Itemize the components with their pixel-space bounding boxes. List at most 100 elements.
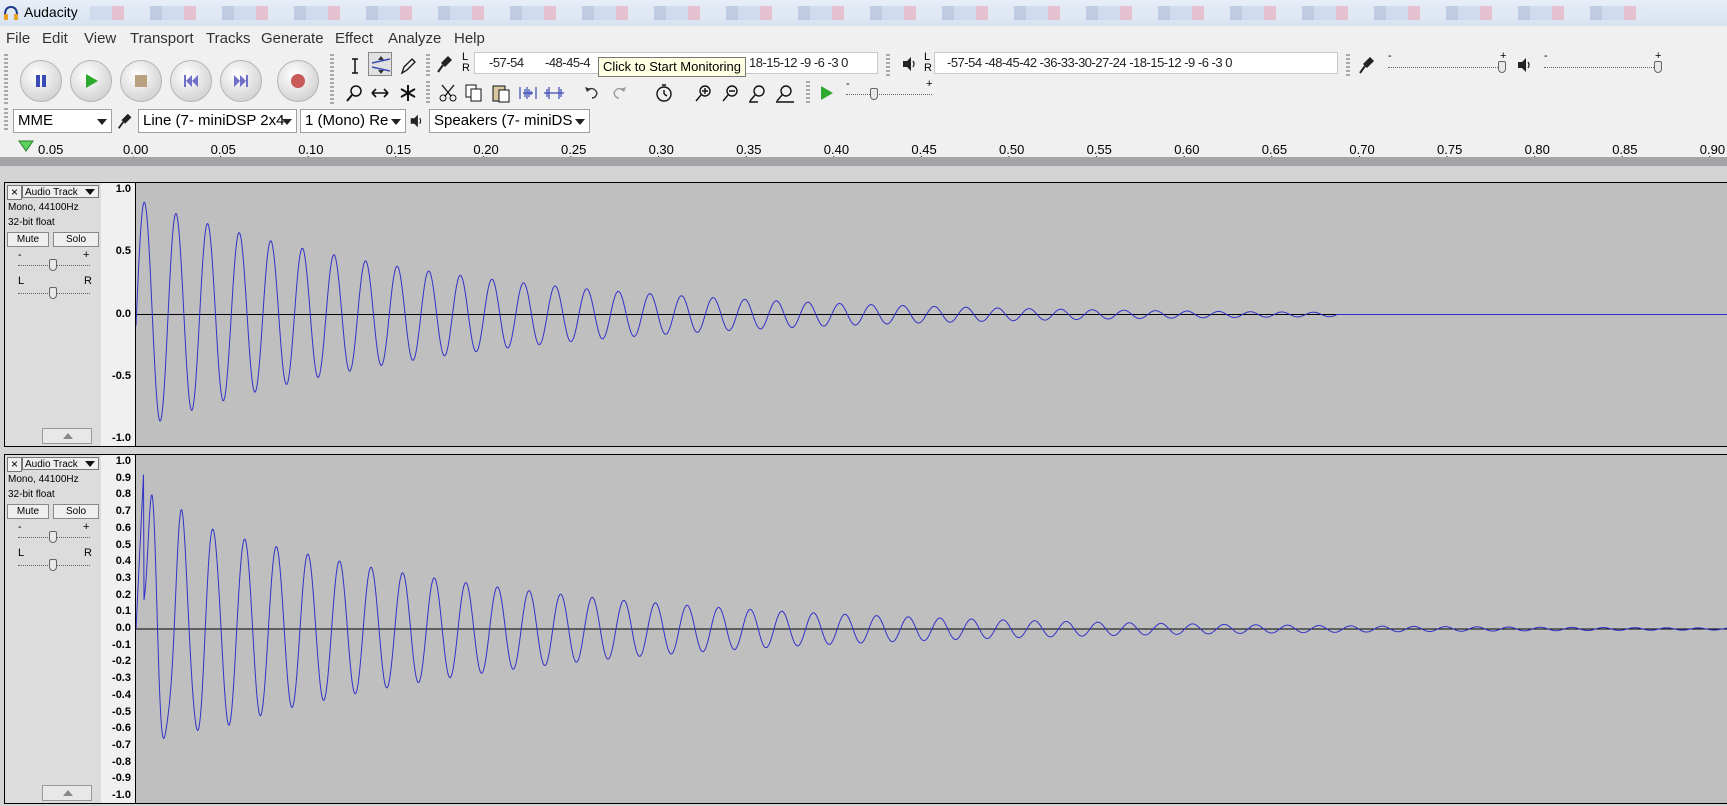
menu-tracks[interactable]: Tracks (206, 30, 250, 47)
menu-help[interactable]: Help (454, 30, 485, 47)
gain-slider-thumb[interactable] (49, 531, 57, 543)
vertical-ruler-label: -0.8 (112, 755, 131, 768)
undo-button[interactable] (580, 81, 604, 105)
trim-audio-button[interactable] (516, 81, 540, 105)
close-track-button[interactable]: × (7, 185, 22, 200)
track-menu-button[interactable]: Audio Track (22, 457, 99, 470)
sync-lock-button[interactable] (652, 81, 676, 105)
toolbar-grip[interactable] (806, 81, 810, 103)
microphone-icon[interactable] (436, 53, 456, 75)
ruler-label: 0.55 (1086, 142, 1112, 157)
toolbar-grip[interactable] (886, 54, 890, 76)
toolbar-grip[interactable] (330, 54, 334, 106)
time-shift-tool-button[interactable] (368, 81, 392, 105)
fit-project-button[interactable] (773, 81, 797, 105)
track-menu-button[interactable]: Audio Track (22, 185, 99, 198)
close-track-button[interactable]: × (7, 457, 22, 472)
vertical-ruler-label: 0.9 (115, 471, 131, 484)
zoom-out-button[interactable] (719, 81, 743, 105)
skip-to-end-button[interactable] (220, 60, 262, 102)
menu-effect[interactable]: Effect (335, 30, 373, 47)
silence-audio-button[interactable] (542, 81, 566, 105)
magnifier-icon (346, 85, 362, 102)
output-volume-thumb[interactable] (1654, 61, 1662, 73)
cut-button[interactable] (436, 81, 460, 105)
stop-button[interactable] (120, 60, 162, 102)
speaker-icon (410, 114, 422, 128)
toolbar-grip[interactable] (4, 54, 8, 106)
skip-to-start-button[interactable] (170, 60, 212, 102)
menu-view[interactable]: View (84, 30, 116, 47)
envelope-tool-button[interactable] (368, 52, 392, 76)
recording-channels-select[interactable]: 1 (Mono) Re (300, 109, 406, 133)
speaker-icon[interactable] (900, 54, 920, 74)
pan-slider-thumb[interactable] (49, 287, 57, 299)
play-at-speed-button[interactable] (814, 81, 838, 105)
waveform-line (136, 474, 1727, 739)
menu-edit[interactable]: Edit (42, 30, 68, 47)
draw-tool-button[interactable] (396, 54, 420, 78)
copy-button[interactable] (462, 81, 486, 105)
menu-transport[interactable]: Transport (130, 30, 194, 47)
stop-icon (135, 75, 147, 87)
gain-slider-thumb[interactable] (49, 259, 57, 271)
zoom-in-button[interactable] (692, 81, 716, 105)
selection-tool-button[interactable] (343, 54, 367, 78)
mute-button[interactable]: Mute (7, 232, 49, 247)
input-volume-thumb[interactable] (1498, 61, 1506, 73)
menu-file[interactable]: File (6, 30, 30, 47)
pan-slider-thumb[interactable] (49, 559, 57, 571)
zoom-tool-button[interactable] (343, 81, 367, 105)
vertical-ruler-label: 0.3 (115, 571, 131, 584)
vertical-ruler-label: -0.6 (112, 722, 131, 735)
playback-device-select[interactable]: Speakers (7- miniDS (429, 109, 590, 133)
fit-selection-button[interactable] (746, 81, 770, 105)
solo-button[interactable]: Solo (53, 232, 99, 247)
play-speed-slider[interactable] (846, 94, 932, 96)
playback-meter[interactable]: -57-54 -48-45-42 -36-33-30-27-24 -18-15-… (934, 52, 1338, 74)
record-meter-scale-mid: -48-45-4 (545, 55, 591, 70)
redo-button[interactable] (607, 81, 631, 105)
pencil-icon (400, 58, 416, 75)
toolbar-grip[interactable] (426, 81, 430, 103)
mute-button[interactable]: Mute (7, 504, 49, 519)
toolbar-grip[interactable] (1346, 54, 1350, 76)
recording-device-select[interactable]: Line (7- miniDSP 2x4 (138, 109, 297, 133)
collapse-track-button[interactable] (42, 428, 92, 444)
vertical-ruler-label: 0.5 (115, 245, 131, 258)
play-speed-thumb[interactable] (870, 88, 878, 100)
output-volume-slider[interactable] (1544, 67, 1660, 69)
waveform[interactable] (136, 183, 1727, 446)
toolbar-grip[interactable] (426, 54, 430, 76)
vertical-ruler-label: 0.0 (115, 307, 131, 320)
ruler-label: 0.30 (648, 142, 674, 157)
track-control-panel: × Audio Track Mono, 44100Hz 32-bit float… (5, 455, 102, 803)
vertical-ruler: 1.0 0.9 0.8 0.7 0.6 0.5 0.4 0.3 0.2 0.1 0.0 -0.1 -0.… (101, 455, 136, 803)
ruler-label: 0.75 (1437, 142, 1463, 157)
waveform[interactable] (136, 455, 1727, 803)
vertical-ruler-label: -1.0 (112, 432, 131, 444)
gain-minus-label: - (18, 249, 22, 261)
meter-right-label: R (924, 62, 932, 74)
vertical-ruler-label: 0.4 (115, 555, 131, 568)
collapse-track-button[interactable] (42, 785, 92, 801)
ruler-label: 0.40 (823, 142, 850, 157)
paste-button[interactable] (489, 81, 513, 105)
menu-analyze[interactable]: Analyze (388, 30, 441, 47)
play-button[interactable] (70, 60, 112, 102)
asterisk-icon (400, 85, 416, 101)
input-volume-slider[interactable] (1388, 67, 1504, 69)
toolbar-grip[interactable] (4, 108, 8, 132)
audio-host-select[interactable]: MME (13, 109, 112, 133)
pause-button[interactable] (20, 60, 62, 102)
ruler-label: 0.35 (736, 142, 762, 157)
menu-generate[interactable]: Generate (261, 30, 324, 47)
play-head-icon[interactable] (17, 139, 35, 153)
gain-plus-label: + (83, 249, 90, 261)
solo-button[interactable]: Solo (53, 504, 99, 519)
multi-tool-button[interactable] (396, 81, 420, 105)
ruler-label: 0.10 (298, 142, 324, 157)
record-button[interactable] (277, 60, 319, 102)
ruler-scrub-bar[interactable] (0, 157, 1727, 166)
ruler-label: 0.45 (911, 142, 937, 157)
